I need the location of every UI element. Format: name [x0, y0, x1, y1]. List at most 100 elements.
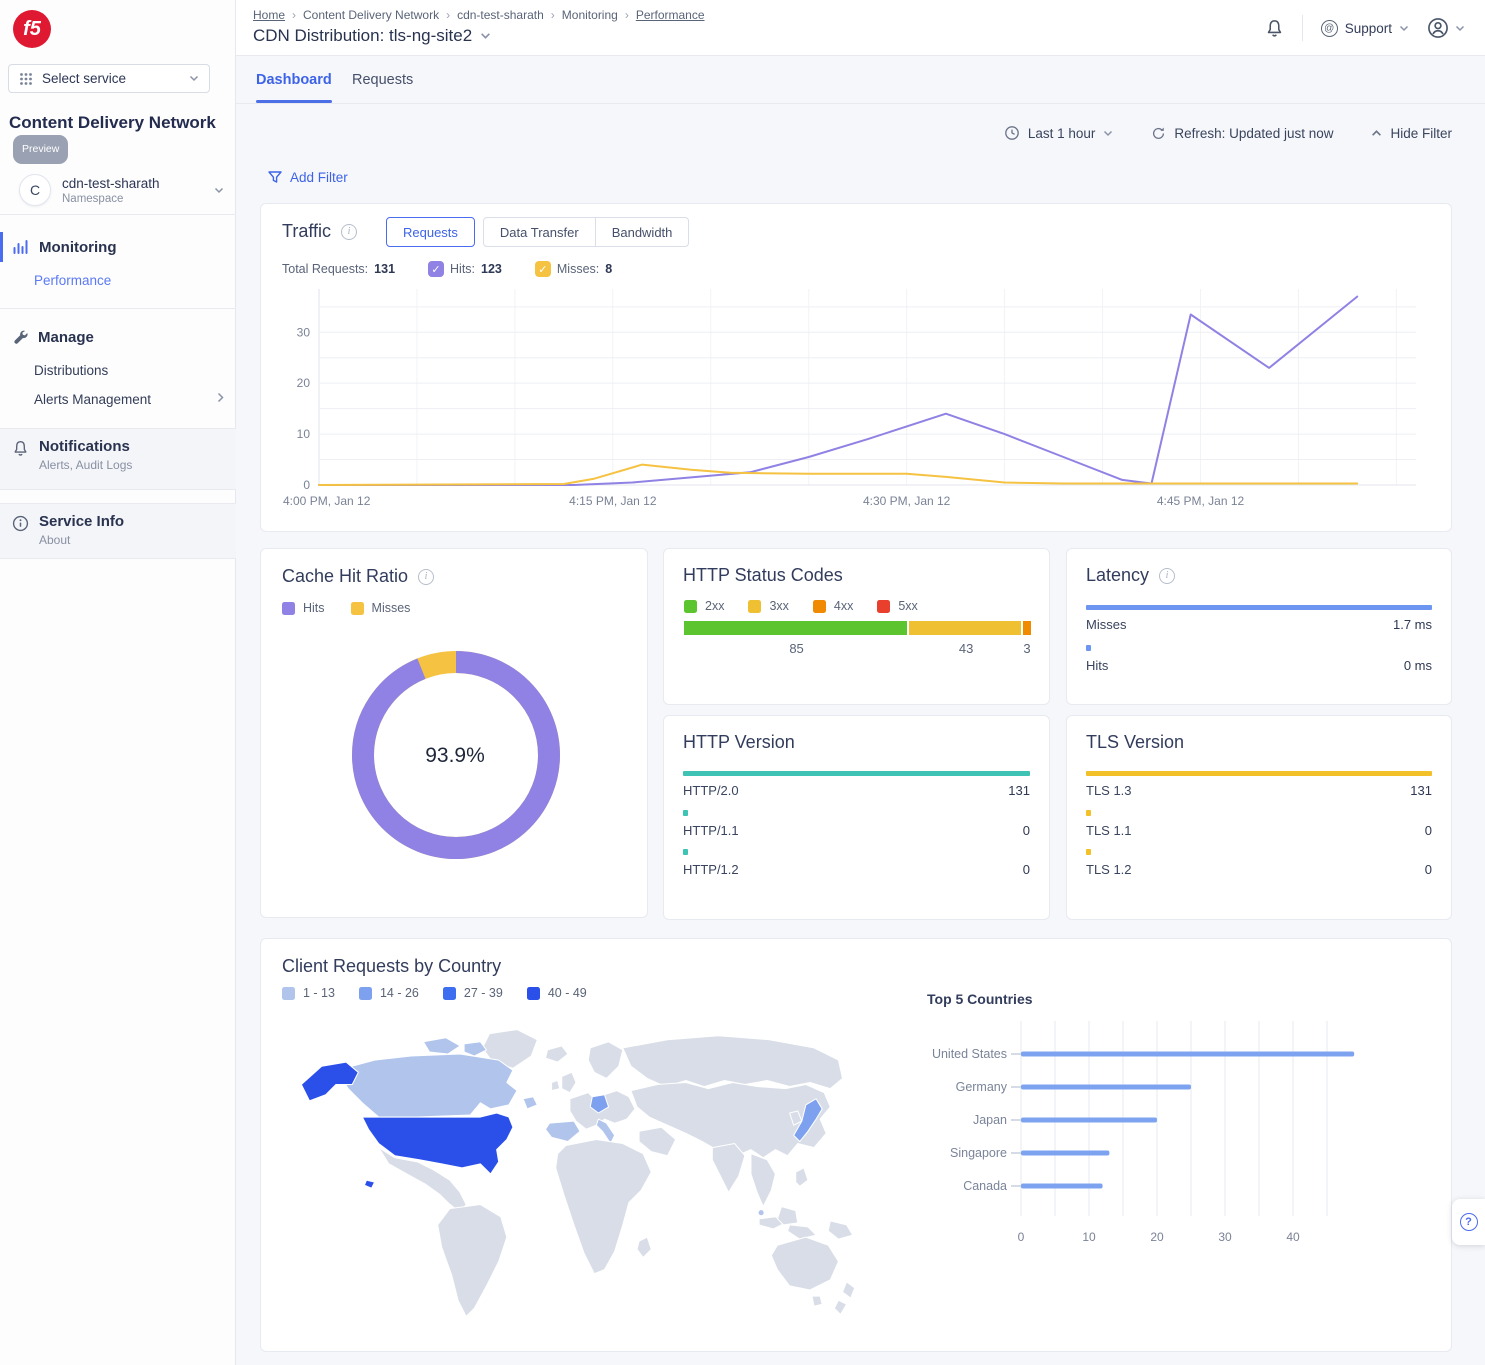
status-5xx-swatch	[877, 600, 890, 613]
http2-label: HTTP/2.0	[683, 783, 739, 798]
support-menu[interactable]: Support	[1321, 20, 1409, 37]
grid-icon	[19, 72, 33, 86]
tab-bar: Dashboard Requests	[236, 56, 1485, 104]
traffic-view-requests[interactable]: Requests	[386, 217, 475, 247]
top5-countries-bar-chart: United StatesGermanyJapanSingaporeCanada…	[901, 1009, 1441, 1269]
status-2xx-swatch	[684, 600, 697, 613]
svg-text:Germany: Germany	[956, 1080, 1008, 1094]
svg-text:United States: United States	[932, 1047, 1007, 1061]
http2-value: 131	[1008, 783, 1030, 798]
map-singapore[interactable]	[758, 1210, 764, 1216]
f5-logo[interactable]: f5	[13, 10, 51, 48]
info-circle-icon	[12, 515, 29, 532]
namespace-type-label: Namespace	[62, 193, 160, 205]
sidebar-item-label: Monitoring	[39, 239, 116, 256]
user-menu[interactable]	[1427, 17, 1465, 39]
namespace-name: cdn-test-sharath	[62, 176, 160, 191]
map-india	[712, 1144, 745, 1193]
svg-text:4:45 PM, Jan 12: 4:45 PM, Jan 12	[1157, 494, 1245, 508]
cache-hit-percent: 93.9%	[261, 744, 649, 768]
tls-version-title: TLS Version	[1086, 732, 1184, 752]
map-united-states[interactable]	[362, 1113, 513, 1174]
preview-badge: Preview	[13, 135, 68, 164]
chevron-down-icon	[214, 187, 224, 194]
world-map-choropleth	[281, 1019, 871, 1325]
sidebar-item-label: Notifications	[39, 438, 132, 455]
cache-info-icon[interactable]	[418, 569, 434, 585]
latency-info-icon[interactable]	[1159, 568, 1175, 584]
tls11-row: TLS 1.1 0	[1086, 810, 1432, 838]
total-requests-label: Total Requests:	[282, 262, 368, 276]
breadcrumb-home[interactable]: Home	[253, 8, 285, 22]
map-spain[interactable]	[545, 1121, 580, 1141]
sidebar-item-distributions[interactable]: Distributions	[34, 363, 108, 378]
bucket4-label: 40 - 49	[548, 986, 587, 1000]
tls11-value: 0	[1425, 823, 1432, 838]
http-status-codes-panel: HTTP Status Codes 2xx 3xx 4xx 5xx 85433	[663, 548, 1050, 705]
notifications-bell-icon[interactable]	[1265, 19, 1284, 38]
hide-filter-button[interactable]: Hide Filter	[1371, 126, 1452, 141]
tls12-bar	[1086, 849, 1091, 855]
filter-toolbar: Last 1 hour Refresh: Updated just now Hi…	[236, 118, 1452, 148]
select-service-label: Select service	[42, 71, 180, 86]
bucket4-swatch	[527, 987, 540, 1000]
breadcrumb-performance[interactable]: Performance	[636, 8, 705, 22]
map-new-zealand-south	[834, 1300, 846, 1314]
map-canada[interactable]	[337, 1054, 517, 1117]
misses-checkbox[interactable]	[535, 261, 551, 277]
map-alaska[interactable]	[301, 1062, 358, 1101]
time-range-dropdown[interactable]: Last 1 hour	[1004, 125, 1114, 141]
map-iceland	[545, 1046, 567, 1062]
tls12-row: TLS 1.2 0	[1086, 849, 1432, 877]
tls-version-panel: TLS Version TLS 1.3 131 TLS 1.1 0 TLS 1.…	[1066, 715, 1452, 920]
breadcrumb: Home Content Delivery Network cdn-test-s…	[253, 8, 705, 22]
traffic-info-icon[interactable]	[341, 224, 357, 240]
breadcrumb-separator-icon	[625, 8, 629, 22]
sidebar-item-performance[interactable]: Performance	[34, 273, 111, 288]
traffic-view-bandwidth[interactable]: Bandwidth	[595, 217, 690, 247]
refresh-button[interactable]: Refresh: Updated just now	[1151, 126, 1333, 141]
latency-hits-row: Hits 0 ms	[1086, 645, 1432, 673]
page-title: CDN Distribution: tls-ng-site2	[253, 26, 472, 46]
title-chevron-down-icon[interactable]	[480, 32, 491, 40]
hide-filter-label: Hide Filter	[1390, 126, 1452, 141]
select-service-dropdown[interactable]: Select service	[8, 64, 210, 93]
svg-text:4:00 PM, Jan 12: 4:00 PM, Jan 12	[283, 494, 371, 508]
tls13-label: TLS 1.3	[1086, 783, 1132, 798]
sidebar-item-label: Service Info	[39, 513, 124, 530]
add-filter-label: Add Filter	[290, 170, 348, 185]
map-canada-arctic2[interactable]	[464, 1042, 486, 1056]
help-button[interactable]: ?	[1452, 1199, 1485, 1245]
svg-text:20: 20	[1150, 1230, 1164, 1244]
traffic-view-data-transfer[interactable]: Data Transfer	[483, 217, 596, 247]
hits-checkbox[interactable]	[428, 261, 444, 277]
client-requests-by-country-panel: Client Requests by Country 1 - 13 14 - 2…	[260, 938, 1452, 1352]
sidebar-item-alerts-management[interactable]: Alerts Management	[34, 392, 224, 407]
clock-icon	[1004, 125, 1020, 141]
sidebar-item-label: Manage	[38, 329, 94, 346]
map-newfoundland[interactable]	[523, 1097, 537, 1109]
status-seg-2xx	[684, 621, 907, 635]
status-4xx-swatch	[813, 600, 826, 613]
map-hawaii[interactable]	[364, 1180, 374, 1188]
map-canada-arctic[interactable]	[423, 1038, 460, 1054]
sidebar-item-monitoring[interactable]: Monitoring	[0, 230, 236, 264]
chevron-down-icon	[1399, 25, 1409, 32]
hits-legend-swatch	[282, 602, 295, 615]
svg-text:Singapore: Singapore	[950, 1146, 1007, 1160]
tab-dashboard[interactable]: Dashboard	[256, 56, 332, 103]
map-new-guinea	[828, 1221, 852, 1239]
svg-text:10: 10	[1082, 1230, 1096, 1244]
add-filter-button[interactable]: Add Filter	[268, 170, 348, 185]
namespace-selector[interactable]: C cdn-test-sharath Namespace	[0, 166, 236, 215]
map-south-america	[438, 1205, 507, 1317]
tab-requests[interactable]: Requests	[352, 56, 413, 103]
misses-value: 8	[605, 262, 612, 276]
sidebar-item-notifications[interactable]: Notifications Alerts, Audit Logs	[0, 428, 236, 490]
http-version-panel: HTTP Version HTTP/2.0 131 HTTP/1.1 0 HTT…	[663, 715, 1050, 920]
http12-value: 0	[1023, 862, 1030, 877]
sidebar-item-service-info[interactable]: Service Info About	[0, 503, 236, 559]
user-avatar-icon	[1427, 17, 1449, 39]
sidebar-item-manage[interactable]: Manage	[0, 320, 236, 354]
breadcrumb-monitoring: Monitoring	[562, 8, 618, 22]
